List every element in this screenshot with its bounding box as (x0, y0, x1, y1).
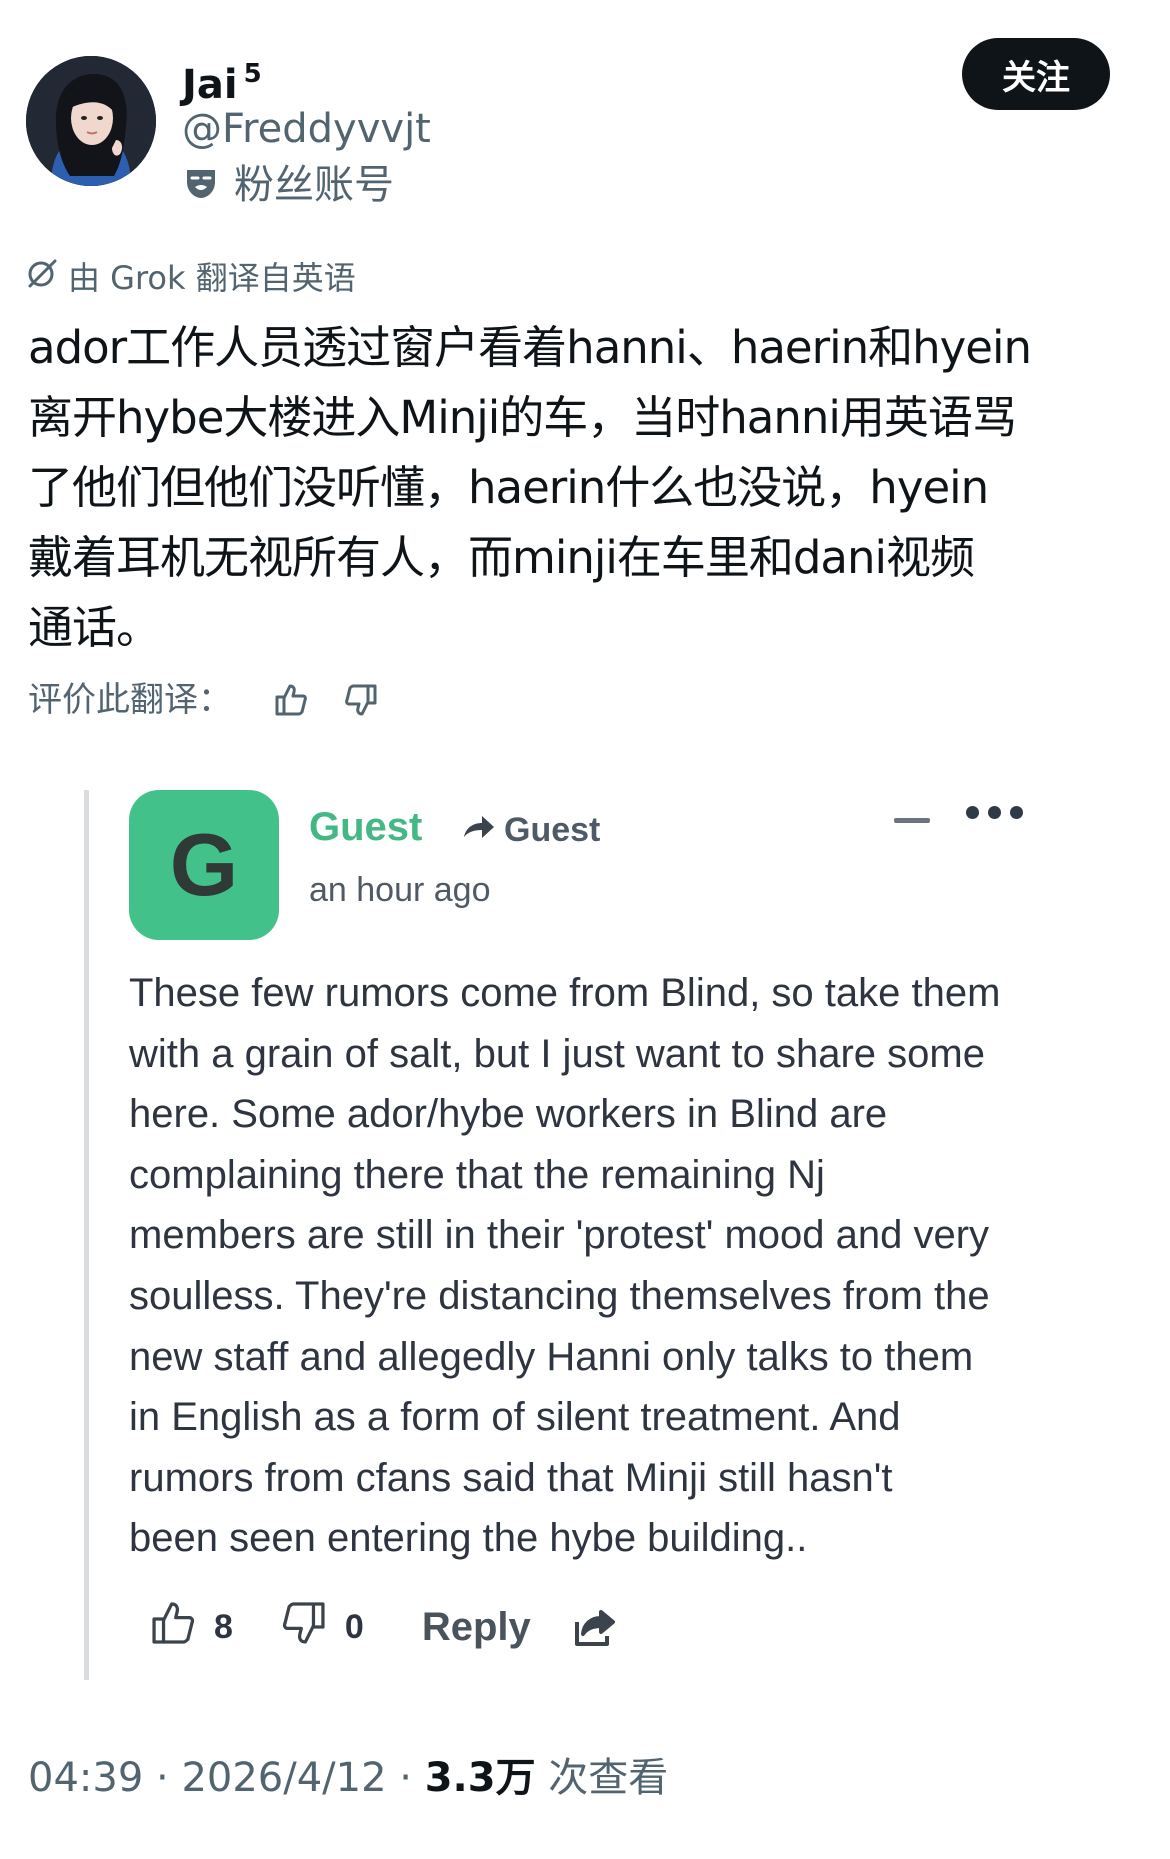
comment-line: in English as a form of silent treatment… (129, 1395, 901, 1440)
post-time[interactable]: 04:39 (28, 1755, 143, 1801)
dislike-count: 0 (344, 1608, 364, 1646)
comment-line: members are still in their 'protest' moo… (129, 1213, 990, 1258)
author-handle[interactable]: @Freddyvvjt (182, 104, 431, 154)
follow-button[interactable]: 关注 (962, 38, 1110, 110)
forward-arrow-icon (462, 808, 496, 852)
comment-author: Guest (309, 805, 423, 849)
comment-line: new staff and allegedly Hanni only talks… (129, 1334, 974, 1379)
thumbs-down-icon[interactable] (344, 683, 378, 717)
rate-translation: 评价此翻译： (28, 676, 378, 724)
post-meta: 04:39 · 2026/4/12 · 3.3万 次查看 (28, 1750, 668, 1806)
comment-line: with a grain of salt, but I just want to… (129, 1031, 985, 1076)
collapse-icon[interactable] (894, 805, 934, 835)
account-type: 粉丝账号 (184, 160, 394, 210)
translation-source: 由 Grok 翻译自英语 (26, 256, 356, 300)
comment-line: rumors from cfans said that Minji still … (129, 1455, 893, 1500)
comment-like-button[interactable]: 8 (150, 1600, 233, 1655)
avatar-photo (26, 56, 156, 186)
badge-number: 5 (243, 59, 262, 89)
display-name: Jai (182, 62, 238, 108)
comment-body: These few rumors come from Blind, so tak… (129, 963, 1089, 1569)
separator: · (143, 1755, 182, 1801)
grok-icon (26, 256, 58, 300)
comment-time: an hour ago (309, 871, 491, 909)
comment-actions: 8 0 Reply (150, 1600, 617, 1655)
view-count[interactable]: 3.3万 (425, 1755, 536, 1801)
quote-divider (84, 790, 89, 1680)
author-name[interactable]: Jai 5 (182, 46, 262, 113)
share-icon[interactable] (573, 1608, 617, 1648)
separator: · (386, 1755, 425, 1801)
comment-dislike-button[interactable]: 0 (281, 1600, 364, 1655)
theater-mask-icon (184, 166, 218, 204)
post-date[interactable]: 2026/4/12 (181, 1755, 386, 1801)
comment-line: here. Some ador/hybe workers in Blind ar… (129, 1092, 888, 1137)
thumbs-up-icon (150, 1600, 196, 1655)
comment-reply-button[interactable]: Reply (422, 1605, 531, 1650)
thumbs-up-icon[interactable] (274, 683, 308, 717)
comment-line: complaining there that the remaining Nj (129, 1152, 825, 1197)
post-text: ador工作人员透过窗户看着hanni、haerin和hyein 离开hybe大… (28, 321, 1032, 654)
thumbs-down-icon (281, 1600, 327, 1655)
comment-line: These few rumors come from Blind, so tak… (129, 971, 1001, 1015)
like-count: 8 (214, 1608, 233, 1646)
view-label: 次查看 (535, 1755, 669, 1801)
translation-source-label: 由 Grok 翻译自英语 (68, 259, 356, 297)
guest-avatar: G (129, 790, 279, 940)
more-dots-icon[interactable] (966, 806, 1023, 819)
reply-to: Guest (462, 808, 600, 852)
comment-line: soulless. They're distancing themselves … (129, 1273, 990, 1318)
reply-to-name: Guest (504, 811, 601, 849)
author-avatar[interactable] (26, 56, 156, 186)
rate-label: 评价此翻译： (28, 680, 232, 720)
account-type-label: 粉丝账号 (234, 162, 394, 208)
comment-line: been seen entering the hybe building.. (129, 1516, 808, 1561)
